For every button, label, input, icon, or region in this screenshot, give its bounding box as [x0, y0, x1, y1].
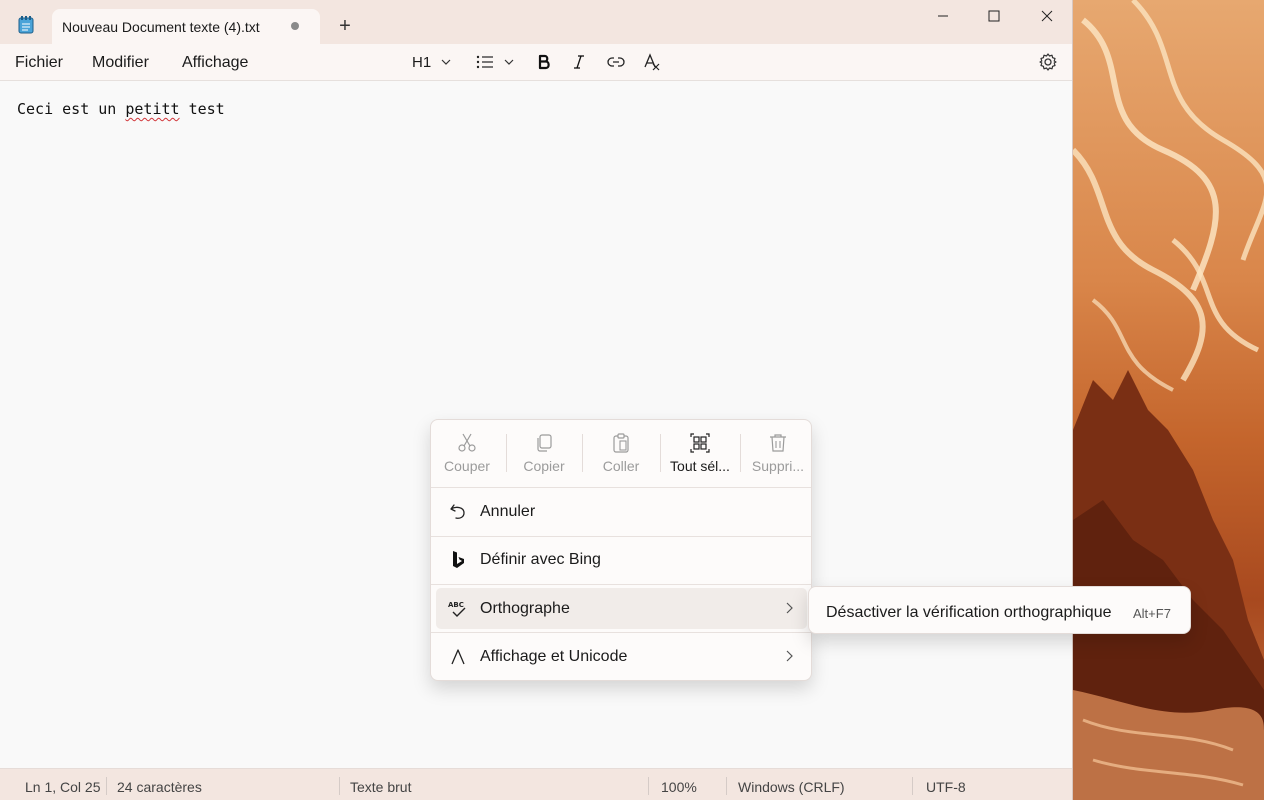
trash-icon — [770, 434, 786, 452]
display-unicode-label: Affichage et Unicode — [480, 648, 628, 665]
italic-icon — [574, 55, 584, 69]
maximize-button[interactable] — [968, 0, 1020, 32]
line-ending[interactable]: Windows (CRLF) — [738, 779, 845, 795]
character-count: 24 caractères — [117, 779, 202, 795]
zoom-level[interactable]: 100% — [661, 779, 697, 795]
menu-divider — [431, 632, 811, 633]
settings-button[interactable] — [1038, 52, 1058, 75]
new-tab-button[interactable]: + — [333, 15, 357, 39]
spelling-submenu: Désactiver la vérification orthographiqu… — [808, 586, 1191, 634]
bold-icon — [538, 54, 550, 70]
clear-formatting-icon — [644, 53, 660, 71]
context-menu: Couper Copier Coller Tout sél... Suppri.… — [430, 419, 812, 681]
status-divider — [106, 777, 107, 795]
paste-button[interactable]: Coller — [582, 420, 660, 487]
paste-label: Coller — [602, 458, 640, 474]
status-divider — [726, 777, 727, 795]
text-segment: Ceci est un — [17, 100, 126, 118]
select-all-label: Tout sél... — [670, 458, 730, 474]
close-button[interactable] — [1021, 0, 1073, 32]
menu-divider — [431, 536, 811, 537]
list-dropdown[interactable] — [476, 50, 515, 74]
shortcut-hint: Alt+F7 — [1133, 606, 1171, 621]
maximize-icon — [988, 10, 1000, 22]
misspelled-word[interactable]: petitt — [125, 100, 179, 118]
undo-icon — [448, 502, 468, 522]
bullet-list-icon — [476, 55, 493, 69]
status-bar: Ln 1, Col 25 24 caractères Texte brut 10… — [0, 768, 1072, 800]
select-all-icon — [690, 433, 710, 453]
text-segment: test — [179, 100, 225, 118]
close-icon — [1041, 10, 1053, 22]
svg-text:ABC: ABC — [448, 601, 464, 609]
status-divider — [339, 777, 340, 795]
delete-label: Suppri... — [751, 458, 805, 474]
italic-button[interactable] — [572, 50, 586, 74]
copy-label: Copier — [523, 458, 565, 474]
cursor-position: Ln 1, Col 25 — [25, 779, 101, 795]
desktop-wallpaper — [1073, 0, 1264, 800]
undo-label: Annuler — [480, 503, 536, 520]
link-button[interactable] — [607, 50, 625, 74]
heading-label: H1 — [412, 53, 432, 71]
menu-view[interactable]: Affichage — [182, 54, 248, 72]
unsaved-indicator-icon[interactable] — [291, 22, 299, 30]
notepad-app-icon — [18, 16, 34, 34]
paste-icon — [613, 433, 629, 453]
spelling-menu-item[interactable]: ABC Orthographe — [436, 588, 807, 629]
minimize-button[interactable] — [917, 0, 969, 32]
status-divider — [648, 777, 649, 795]
disable-spellcheck-item[interactable]: Désactiver la vérification orthographiqu… — [826, 604, 1111, 622]
document-tab[interactable]: Nouveau Document texte (4).txt — [52, 9, 320, 44]
bing-define-menu-item[interactable]: Définir avec Bing — [436, 539, 807, 580]
menu-edit[interactable]: Modifier — [92, 54, 149, 72]
spelling-label: Orthographe — [480, 600, 570, 617]
chevron-down-icon — [441, 59, 451, 65]
menu-divider — [431, 487, 811, 488]
select-all-button[interactable]: Tout sél... — [661, 420, 739, 487]
status-divider — [912, 777, 913, 795]
minimize-icon — [938, 15, 948, 17]
tab-title: Nouveau Document texte (4).txt — [62, 19, 260, 35]
bing-icon — [448, 550, 468, 570]
title-bar: Nouveau Document texte (4).txt + — [0, 0, 1072, 44]
chevron-right-icon — [786, 602, 793, 614]
undo-menu-item[interactable]: Annuler — [436, 491, 807, 532]
cut-button[interactable]: Couper — [428, 420, 506, 487]
bold-button[interactable] — [537, 50, 551, 74]
bing-define-label: Définir avec Bing — [480, 551, 601, 568]
lambda-icon — [448, 647, 468, 667]
spellcheck-icon: ABC — [448, 599, 468, 619]
display-unicode-menu-item[interactable]: Affichage et Unicode — [436, 636, 807, 677]
cut-label: Couper — [444, 458, 490, 474]
menu-divider — [431, 584, 811, 585]
heading-dropdown[interactable]: H1 — [412, 50, 452, 74]
scissors-icon — [458, 433, 476, 452]
text-format[interactable]: Texte brut — [350, 779, 411, 795]
link-icon — [607, 57, 625, 67]
chevron-right-icon — [786, 650, 793, 662]
chevron-down-icon — [504, 59, 514, 65]
copy-icon — [537, 434, 552, 452]
editor-text-line[interactable]: Ceci est un petitt test — [17, 100, 225, 118]
menu-bar: Fichier Modifier Affichage H1 — [0, 44, 1072, 81]
encoding[interactable]: UTF-8 — [926, 779, 966, 795]
gear-icon — [1039, 53, 1057, 71]
menu-file[interactable]: Fichier — [15, 54, 63, 72]
delete-button[interactable]: Suppri... — [739, 420, 817, 487]
copy-button[interactable]: Copier — [505, 420, 583, 487]
clear-formatting-button[interactable] — [643, 50, 661, 74]
